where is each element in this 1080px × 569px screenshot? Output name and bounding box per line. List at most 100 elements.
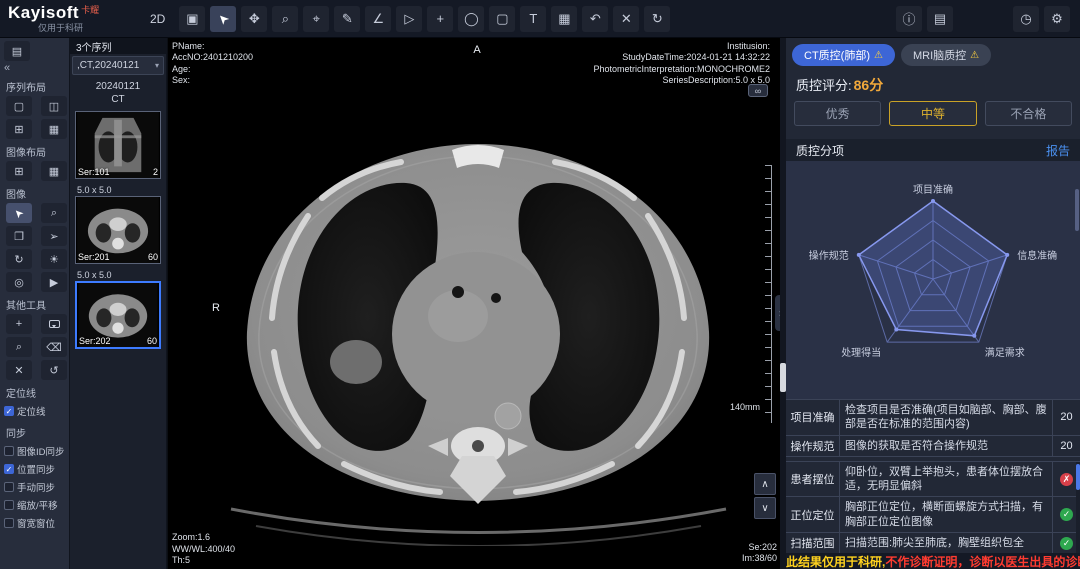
reset-icon[interactable]: ↻	[644, 6, 670, 32]
checkbox-box[interactable]: ✓	[4, 464, 14, 474]
image-layout-2x2-icon[interactable]: ⊞	[6, 161, 32, 181]
copy-layer-icon[interactable]: ❐	[6, 226, 32, 246]
render-info-line: WW/WL:400/40	[172, 544, 235, 555]
angle-measure-icon[interactable]: ∠	[365, 6, 391, 32]
report-link[interactable]: 报告	[1046, 142, 1070, 159]
close-tool-icon[interactable]: ✕	[6, 360, 32, 380]
series-thumbnail[interactable]: 5.0 x 5.0Ser:20260	[75, 269, 161, 349]
tool-icon-grid: ▢ ◫ ⊞ ▦	[0, 96, 69, 139]
series-thumbnail[interactable]: 5.0 x 5.0Ser:20160	[75, 184, 161, 264]
text-annotation-icon[interactable]: T	[520, 6, 546, 32]
series-desc: 5.0 x 5.0	[75, 184, 161, 196]
scrollbar-thumb[interactable]	[1075, 189, 1079, 231]
checkbox-box[interactable]	[4, 518, 14, 528]
brightness-icon[interactable]: ☀	[41, 249, 67, 269]
report-icon[interactable]: ▤	[927, 6, 953, 32]
collapse-sidebar-button[interactable]: «	[0, 61, 69, 74]
target-icon[interactable]: ⌖	[303, 6, 329, 32]
sync-position-checkbox[interactable]: ✓位置同步	[0, 460, 69, 478]
send-icon[interactable]: ➢	[41, 226, 67, 246]
qc-table-row[interactable]: 操作规范图像的获取是否符合操作规范20	[786, 436, 1080, 457]
panel-toggle-icon[interactable]: ▤	[4, 41, 30, 61]
sync-manual-checkbox[interactable]: 手动同步	[0, 478, 69, 496]
cursor-icon[interactable]: ➤	[210, 6, 236, 32]
patient-info-line: Age:	[172, 64, 253, 75]
series-select-dropdown[interactable]: ,CT,20240121 ▾	[72, 56, 164, 75]
angle-measure-icon: ∠	[373, 11, 385, 27]
qc-item-name: 操作规范	[786, 436, 840, 456]
reset-tool-icon[interactable]: ↺	[41, 360, 67, 380]
ct-image[interactable]	[196, 94, 761, 546]
sync-zoom-pan-checkbox[interactable]: 缩放/平移	[0, 496, 69, 514]
checkbox-label: 定位线	[17, 404, 46, 418]
pan-icon[interactable]: ✥	[241, 6, 267, 32]
tab-mri-brain-qc[interactable]: MRI脑质控⚠	[901, 44, 991, 66]
series-position-line: Se:202	[742, 542, 777, 553]
zoom-icon[interactable]: ⌕	[272, 6, 298, 32]
checkbox-box[interactable]: ✓	[4, 406, 14, 416]
grade-excellent-button[interactable]: 优秀	[794, 101, 881, 126]
scroll-up-button[interactable]: ∧	[754, 473, 776, 495]
search-roi-icon[interactable]: ⌕	[6, 337, 32, 357]
grade-fail-button[interactable]: 不合格	[985, 101, 1072, 126]
comment-icon[interactable]	[41, 314, 67, 334]
image-layout-3x3-icon[interactable]: ▦	[41, 161, 67, 181]
image-layout-icon[interactable]: ▣	[179, 6, 205, 32]
pencil-icon[interactable]: ✎	[334, 6, 360, 32]
series-layout-2x2-icon[interactable]: ⊞	[6, 119, 32, 139]
cursor-tool-icon[interactable]: ➤	[6, 203, 32, 223]
grade-medium-button[interactable]: 中等	[889, 101, 976, 126]
cine-play-icon: ▷	[404, 11, 414, 27]
checkbox-box[interactable]	[4, 482, 14, 492]
ellipse-roi-icon[interactable]: ◯	[458, 6, 484, 32]
qc-item-result: 20	[1052, 436, 1080, 456]
qc-table-row[interactable]: 正位定位胸部正位定位，横断面螺旋方式扫描，有胸部正位定位图像✓	[786, 497, 1080, 533]
qc-table-row[interactable]: 扫描范围扫描范围:肺尖至肺底，胸壁组织包全✓	[786, 533, 1080, 553]
scrollbar-thumb[interactable]	[1076, 464, 1080, 490]
sync-image-id-checkbox[interactable]: 图像ID同步	[0, 442, 69, 460]
scroll-down-button[interactable]: ∨	[754, 497, 776, 519]
target-tool-icon[interactable]: ◎	[6, 272, 32, 292]
sync-window-checkbox[interactable]: 窗宽窗位	[0, 514, 69, 532]
qc-table-row[interactable]: 项目准确检查项目是否准确(项目如脑部、胸部、腹部是否在标准的范围内容)20	[786, 400, 1080, 436]
tab-label: CT质控(肺部)	[804, 47, 870, 63]
add-tool-icon[interactable]: +	[6, 314, 32, 334]
delete-icon[interactable]: ✕	[613, 6, 639, 32]
eraser-icon[interactable]: ⌫	[41, 337, 67, 357]
section-label: 序列布局	[6, 79, 69, 94]
scrollbar-track[interactable]	[1076, 462, 1080, 553]
rect-roi-icon[interactable]: ▢	[489, 6, 515, 32]
section-label: 图像布局	[6, 144, 69, 159]
text-annotation-icon: T	[529, 11, 537, 26]
series-thumbnail[interactable]: Ser:1012	[75, 111, 161, 179]
history-icon[interactable]: ◷	[1013, 6, 1039, 32]
series-image-count: 60	[147, 336, 157, 346]
magnifier-icon[interactable]: ⌕	[41, 203, 67, 223]
image-stack-scrollbar[interactable]	[780, 38, 786, 569]
patient-info-line: Sex:	[172, 75, 253, 86]
info-icon[interactable]: ⓘ	[896, 6, 922, 32]
svg-text:满足需求: 满足需求	[985, 347, 1025, 359]
checkbox-label: 缩放/平移	[17, 498, 58, 512]
series-layout-1x2-icon[interactable]: ◫	[41, 96, 67, 116]
study-info-line: StudyDateTime:2024-01-21 14:32:22	[593, 52, 770, 63]
checkbox-box[interactable]	[4, 446, 14, 456]
tool-icon-grid: + ⌕ ⌫ ✕ ↺	[0, 314, 69, 380]
tab-ct-lung-qc[interactable]: CT质控(肺部)⚠	[792, 44, 895, 66]
checkbox-box[interactable]	[4, 500, 14, 510]
add-annotation-icon[interactable]: +	[427, 6, 453, 32]
scrollbar-thumb[interactable]	[780, 363, 786, 392]
gear-icon[interactable]: ⚙	[1044, 6, 1070, 32]
locator-line-checkbox[interactable]: ✓定位线	[0, 402, 69, 420]
series-layout-1x1-icon[interactable]: ▢	[6, 96, 32, 116]
grid-layout-icon[interactable]: ▦	[551, 6, 577, 32]
qc-table-row[interactable]: 患者摆位仰卧位，双臂上举抱头，患者体位摆放合适，无明显偏斜✗	[786, 462, 1080, 498]
undo-icon[interactable]: ↶	[582, 6, 608, 32]
link-icon[interactable]: ∞	[748, 84, 768, 97]
play-icon[interactable]: ▶	[41, 272, 67, 292]
svg-text:操作规范: 操作规范	[809, 249, 849, 262]
cine-play-icon[interactable]: ▷	[396, 6, 422, 32]
series-layout-3x3-icon[interactable]: ▦	[41, 119, 67, 139]
mode-2d-label[interactable]: 2D	[150, 12, 165, 26]
rotate-icon[interactable]: ↻	[6, 249, 32, 269]
